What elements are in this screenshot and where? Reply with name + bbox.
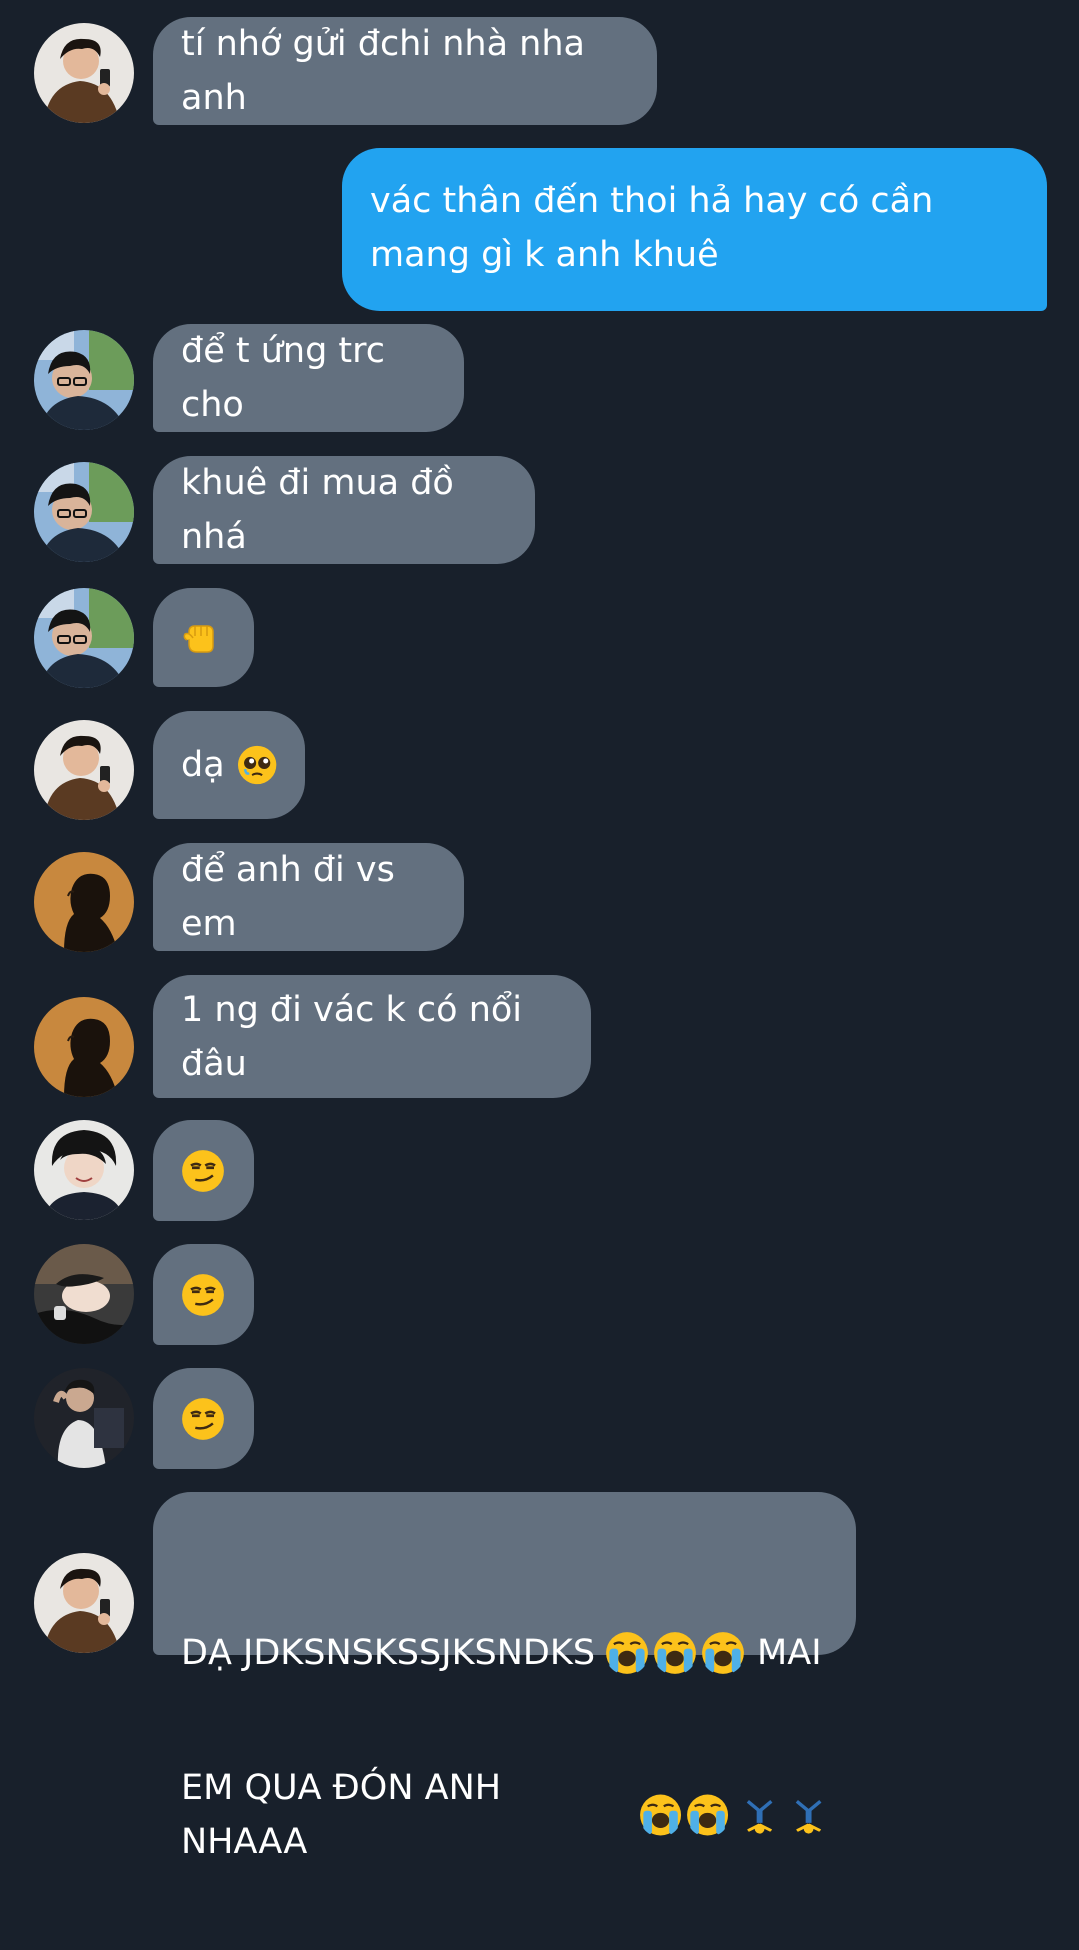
message-bubble[interactable]: dạ bbox=[153, 711, 305, 819]
message-bubble[interactable]: 1 ng đi vác k có nổi đâu bbox=[153, 975, 591, 1098]
message-text: EM QUA ĐÓN ANH NHAAA bbox=[181, 1768, 513, 1862]
avatar-image bbox=[34, 1368, 134, 1468]
avatar-image bbox=[34, 852, 134, 952]
crying-emoji bbox=[686, 1793, 730, 1837]
avatar[interactable] bbox=[34, 1368, 134, 1468]
chat-thread: tí nhớ gửi đchi nhà nha anh vác thân đến… bbox=[0, 0, 1079, 1862]
message-text: dạ bbox=[181, 745, 225, 785]
avatar-image bbox=[34, 588, 134, 688]
avatar[interactable] bbox=[34, 852, 134, 952]
message-bubble[interactable]: khuê đi mua đồ nhá bbox=[153, 456, 535, 564]
avatar-image bbox=[34, 1244, 134, 1344]
message-bubble[interactable] bbox=[153, 1244, 254, 1345]
message-bubble[interactable] bbox=[153, 1120, 254, 1221]
cartwheel-emoji bbox=[740, 1795, 779, 1835]
message-bubble[interactable] bbox=[153, 588, 254, 687]
avatar[interactable] bbox=[34, 588, 134, 688]
message-text: khuê đi mua đồ nhá bbox=[181, 463, 465, 557]
avatar-image bbox=[34, 1120, 134, 1220]
message-bubble[interactable]: DẠ JDKSNSKSSJKSNDKS MAI EM QUA ĐÓN ANH N… bbox=[153, 1492, 856, 1862]
smirk-emoji bbox=[181, 1148, 225, 1193]
avatar[interactable] bbox=[34, 1244, 134, 1344]
avatar[interactable] bbox=[34, 997, 134, 1097]
message-text: 1 ng đi vác k có nổi đâu bbox=[181, 989, 534, 1084]
crying-emoji bbox=[639, 1793, 683, 1837]
message-text: vác thân đến thoi hả hay có cần mang gì … bbox=[370, 181, 945, 275]
message-bubble[interactable]: để anh đi vs em bbox=[153, 843, 464, 951]
message-bubble[interactable]: để t ứng trc cho bbox=[153, 324, 464, 432]
avatar[interactable] bbox=[34, 330, 134, 430]
crying-emoji bbox=[701, 1631, 746, 1675]
avatar-image bbox=[34, 462, 134, 562]
cartwheel-emoji bbox=[789, 1795, 828, 1835]
pointing-fist-emoji bbox=[183, 624, 214, 653]
avatar[interactable] bbox=[34, 1553, 134, 1653]
message-text: tí nhớ gửi đchi nhà nha anh bbox=[181, 24, 597, 118]
avatar-image bbox=[34, 1553, 134, 1653]
message-text: để t ứng trc cho bbox=[181, 331, 397, 425]
message-bubble[interactable] bbox=[153, 1368, 254, 1469]
message-bubble-outgoing[interactable]: vác thân đến thoi hả hay có cần mang gì … bbox=[342, 148, 1047, 311]
avatar-image bbox=[34, 330, 134, 430]
crying-emoji bbox=[653, 1631, 698, 1675]
avatar-image bbox=[34, 997, 134, 1097]
pleading-face-emoji bbox=[236, 744, 277, 786]
crying-emoji bbox=[605, 1631, 650, 1675]
smirk-emoji bbox=[181, 1272, 225, 1317]
message-text: để anh đi vs em bbox=[181, 850, 406, 944]
avatar[interactable] bbox=[34, 23, 134, 123]
avatar[interactable] bbox=[34, 1120, 134, 1220]
message-bubble[interactable]: tí nhớ gửi đchi nhà nha anh bbox=[153, 17, 657, 125]
message-line: EM QUA ĐÓN ANH NHAAA bbox=[181, 1768, 828, 1862]
avatar-image bbox=[34, 720, 134, 820]
smirk-emoji bbox=[181, 1396, 225, 1441]
avatar[interactable] bbox=[34, 462, 134, 562]
avatar-image bbox=[34, 23, 134, 123]
avatar[interactable] bbox=[34, 720, 134, 820]
